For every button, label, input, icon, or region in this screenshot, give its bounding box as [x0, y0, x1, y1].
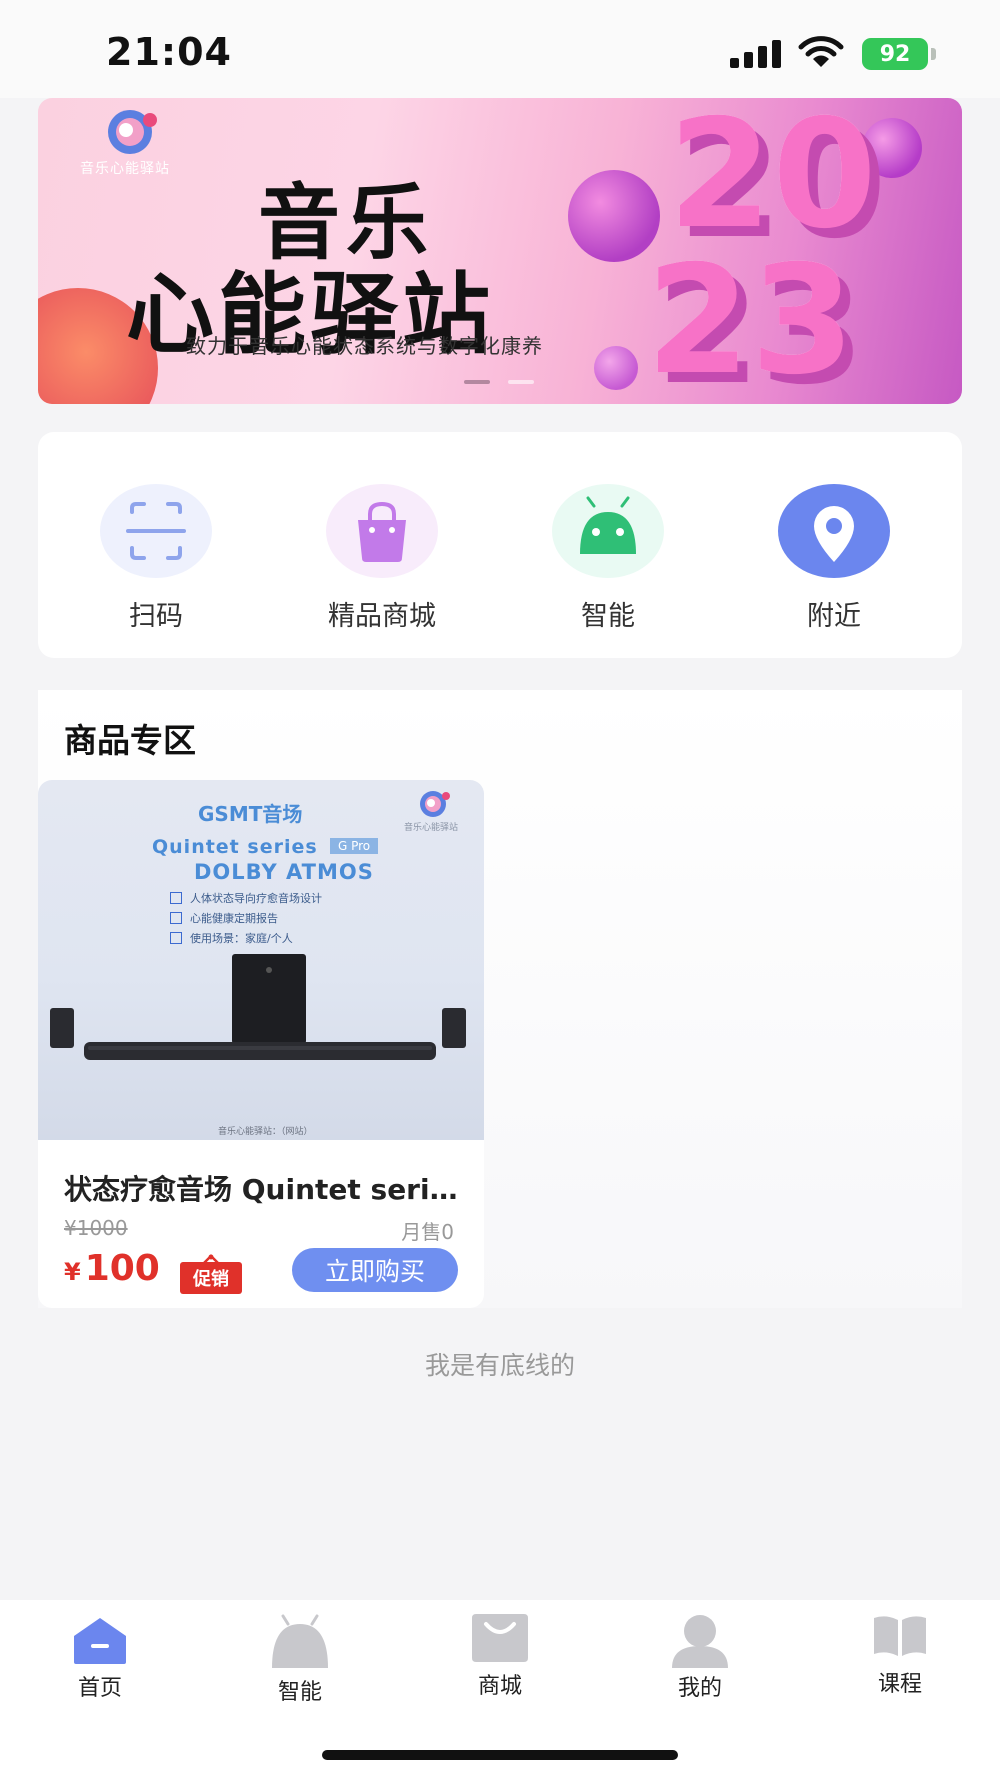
- user-icon: [672, 1615, 728, 1668]
- list-end-text: 我是有底线的: [424, 1351, 575, 1380]
- tab-home[interactable]: 首页: [0, 1600, 200, 1720]
- book-icon: [874, 1616, 926, 1656]
- product-image-brand: GSMT音场: [198, 802, 303, 826]
- scan-icon: [126, 502, 186, 560]
- banner-carousel[interactable]: 音乐心能驿站 音乐 心能驿站 致力于音乐心能状态系统与数字化康养 20 23: [38, 98, 962, 404]
- android-robot-icon: [580, 496, 636, 554]
- tab-course[interactable]: 课程: [800, 1600, 1000, 1720]
- checkbox-icon: [170, 932, 182, 944]
- quick-icon-bg: [552, 484, 664, 578]
- brand-logo-icon: [420, 791, 450, 817]
- monthly-sales: 月售0: [401, 1220, 454, 1244]
- product-price: ¥100: [64, 1248, 160, 1289]
- battery-icon: 92: [862, 38, 938, 70]
- banner-decoration: [594, 346, 638, 390]
- product-image-feature: 人体状态导向疗愈音场设计: [170, 890, 322, 906]
- price-currency: ¥: [64, 1258, 81, 1286]
- product-image-logo-text: 音乐心能驿站: [404, 823, 459, 833]
- product-image-badge: G Pro: [330, 838, 379, 854]
- signal-icon: [730, 40, 781, 68]
- quick-menu-item-nearby[interactable]: 附近: [716, 432, 946, 658]
- home-indicator[interactable]: [322, 1750, 678, 1760]
- status-bar: 21:04 92: [0, 0, 1000, 98]
- quick-menu-label: 扫码: [129, 601, 183, 632]
- carousel-dot[interactable]: [508, 380, 534, 384]
- product-image-feature: 使用场景：家庭/个人: [170, 930, 293, 946]
- carousel-dot[interactable]: [464, 380, 490, 384]
- battery-level: 92: [862, 38, 928, 70]
- product-image-footer: 音乐心能驿站：（网站）: [218, 1127, 313, 1137]
- price-value: 100: [84, 1248, 160, 1289]
- quick-menu-item-scan[interactable]: 扫码: [38, 432, 268, 658]
- brand-logo-icon: [108, 110, 157, 154]
- home-icon: [74, 1618, 126, 1664]
- status-time: 21:04: [106, 30, 232, 74]
- original-price: ¥1000: [64, 1216, 128, 1240]
- wifi-icon: [798, 36, 844, 67]
- shopping-bag-icon: [472, 1614, 528, 1662]
- shopping-bag-icon: [358, 501, 406, 562]
- product-card[interactable]: GSMT音场 Quintet series G Pro DOLBY ATMOS …: [38, 780, 484, 1308]
- tab-smart[interactable]: 智能: [200, 1600, 400, 1720]
- quick-menu-label: 附近: [807, 601, 861, 632]
- banner-subtitle: 致力于音乐心能状态系统与数字化康养: [186, 334, 543, 358]
- buy-now-button[interactable]: 立即购买: [292, 1248, 458, 1292]
- product-image-series: Quintet series: [152, 836, 318, 858]
- banner-year: 23: [646, 234, 855, 404]
- checkbox-icon: [170, 912, 182, 924]
- quick-menu-label: 智能: [581, 601, 635, 632]
- location-pin-icon: [814, 506, 854, 562]
- product-name[interactable]: 状态疗愈音场 Quintet series G Pro: [64, 1168, 464, 1208]
- product-image-dolby: DOLBY ATMOS: [194, 860, 374, 884]
- tab-label: 商城: [477, 1674, 522, 1699]
- promo-label: 促销: [180, 1262, 242, 1294]
- products-section: 商品专区 GSMT音场 Quintet series G Pro DOLBY A…: [38, 690, 962, 1308]
- carousel-indicator: [464, 380, 534, 384]
- quick-menu: 扫码 精品商城 智能 附近: [38, 432, 962, 658]
- android-robot-icon: [272, 1614, 328, 1668]
- soundbar-speaker-icon: [50, 954, 466, 1060]
- tab-label: 课程: [877, 1672, 922, 1697]
- banner-year: 20: [668, 98, 877, 262]
- tab-mine[interactable]: 我的: [600, 1600, 800, 1720]
- banner-logo-text: 音乐心能驿站: [80, 161, 170, 177]
- quick-icon-bg: [100, 484, 212, 578]
- quick-icon-bg: [326, 484, 438, 578]
- quick-menu-item-mall[interactable]: 精品商城: [264, 432, 494, 658]
- promo-badge: 促销: [180, 1254, 242, 1294]
- product-image-feature: 心能健康定期报告: [170, 910, 278, 926]
- tab-label: 智能: [277, 1680, 322, 1705]
- quick-menu-item-smart[interactable]: 智能: [490, 432, 720, 658]
- tab-label: 首页: [77, 1676, 122, 1701]
- checkbox-icon: [170, 892, 182, 904]
- product-image[interactable]: GSMT音场 Quintet series G Pro DOLBY ATMOS …: [38, 780, 484, 1140]
- tab-label: 我的: [677, 1676, 722, 1701]
- section-title: 商品专区: [64, 721, 196, 760]
- tab-mall[interactable]: 商城: [400, 1600, 600, 1720]
- quick-icon-bg: [778, 484, 890, 578]
- quick-menu-label: 精品商城: [328, 601, 436, 632]
